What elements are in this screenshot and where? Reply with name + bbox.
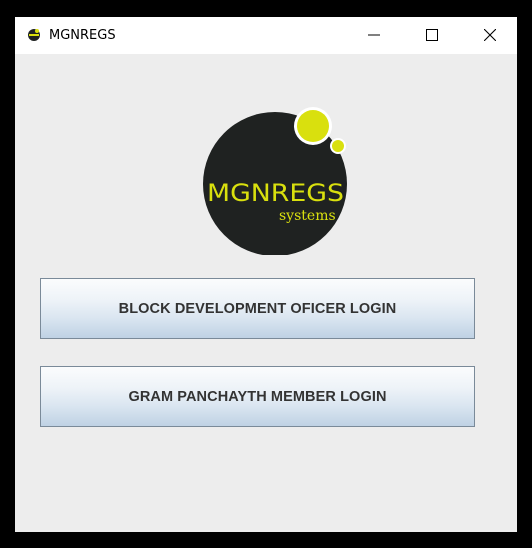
gp-member-login-button[interactable]: GRAM PANCHAYTH MEMBER LOGIN (40, 366, 475, 427)
close-icon (484, 29, 496, 41)
minimize-icon (368, 34, 380, 36)
login-panel: MGNREGS systems BLOCK DEVELOPMENT OFICER… (15, 54, 517, 532)
close-button[interactable] (467, 17, 513, 54)
minimize-button[interactable] (351, 17, 397, 54)
maximize-button[interactable] (409, 17, 455, 54)
gp-member-login-label: GRAM PANCHAYTH MEMBER LOGIN (128, 388, 387, 405)
bdo-login-label: BLOCK DEVELOPMENT OFICER LOGIN (118, 300, 397, 317)
mgnregs-logo: MGNREGS systems (203, 107, 347, 255)
maximize-icon (426, 29, 438, 41)
bdo-login-button[interactable]: BLOCK DEVELOPMENT OFICER LOGIN (40, 278, 475, 339)
logo-title: MGNREGS (207, 179, 344, 207)
window-title: MGNREGS (49, 28, 116, 43)
logo-subtitle: systems (279, 208, 336, 224)
app-icon (28, 29, 40, 41)
app-window: MGNREGS MGNREGS systems BLOCK DEVELOPMEN… (15, 17, 517, 532)
title-bar[interactable]: MGNREGS (15, 17, 517, 54)
